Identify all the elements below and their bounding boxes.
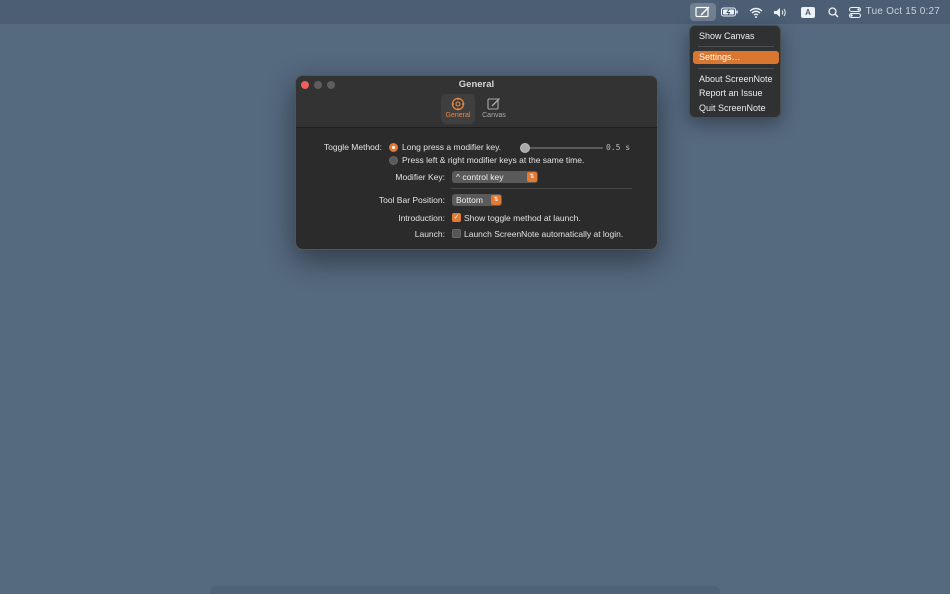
pencil-square-icon [487, 98, 500, 110]
modifier-key-label: Modifier Key: [395, 172, 445, 182]
toolbar-position-value: Bottom [456, 195, 483, 205]
menu-item-about[interactable]: About ScreenNote [693, 73, 779, 86]
screennote-dropdown-menu: Show Canvas Settings… About ScreenNote R… [689, 25, 781, 118]
toolbar-position-label: Tool Bar Position: [378, 195, 445, 205]
introduction-checkbox-label[interactable]: Show toggle method at launch. [464, 213, 581, 223]
duration-slider-knob[interactable] [520, 143, 530, 153]
input-source-icon[interactable]: A [799, 0, 817, 24]
tab-general-label: General [445, 112, 471, 119]
modifier-key-value: ^ control key [456, 172, 504, 182]
window-title: General [458, 79, 495, 90]
radio-press-both[interactable] [389, 156, 398, 165]
control-center-icon[interactable] [847, 0, 863, 24]
chevron-updown-icon: ⇅ [491, 195, 501, 205]
introduction-checkbox[interactable]: ✓ [452, 213, 461, 222]
launch-label: Launch: [414, 229, 445, 239]
dock-shadow [210, 586, 720, 594]
tab-general[interactable]: General [441, 94, 475, 124]
duration-value: 0.5 s [606, 143, 631, 152]
menu-item-quit[interactable]: Quit ScreenNote [693, 102, 779, 115]
gear-icon [451, 97, 465, 111]
launch-checkbox-label[interactable]: Launch ScreenNote automatically at login… [464, 229, 623, 239]
toolbar-position-select[interactable]: Bottom ⇅ [452, 194, 502, 206]
search-icon[interactable] [825, 0, 841, 24]
section-divider [451, 188, 632, 189]
wifi-icon[interactable] [747, 0, 765, 24]
menu-bar: A Tue Oct 15 0:27 [0, 0, 950, 24]
volume-icon[interactable] [771, 0, 789, 24]
screennote-menu-icon[interactable] [690, 3, 716, 21]
duration-slider-track[interactable] [523, 147, 603, 149]
tab-canvas-label: Canvas [482, 112, 506, 119]
menu-separator [698, 46, 774, 47]
menu-bar-clock[interactable]: Tue Oct 15 0:27 [866, 0, 940, 24]
modifier-key-select[interactable]: ^ control key ⇅ [452, 171, 538, 183]
radio-long-press[interactable] [389, 143, 398, 152]
tab-canvas[interactable]: Canvas [479, 94, 509, 124]
toggle-method-label: Toggle Method: [323, 142, 382, 152]
menu-separator [698, 68, 774, 69]
introduction-label: Introduction: [398, 213, 445, 223]
menu-item-report-issue[interactable]: Report an Issue [693, 87, 779, 100]
window-toolbar: General General Canvas [296, 76, 657, 128]
chevron-updown-icon: ⇅ [527, 172, 537, 182]
radio-press-both-label[interactable]: Press left & right modifier keys at the … [402, 155, 584, 165]
launch-checkbox[interactable] [452, 229, 461, 238]
menu-item-settings[interactable]: Settings… [693, 51, 779, 64]
radio-long-press-label[interactable]: Long press a modifier key. [402, 142, 501, 152]
menu-item-show-canvas[interactable]: Show Canvas [693, 30, 779, 43]
battery-icon[interactable] [720, 0, 740, 24]
settings-window: General General Canvas Toggle Method: Lo… [295, 75, 658, 250]
